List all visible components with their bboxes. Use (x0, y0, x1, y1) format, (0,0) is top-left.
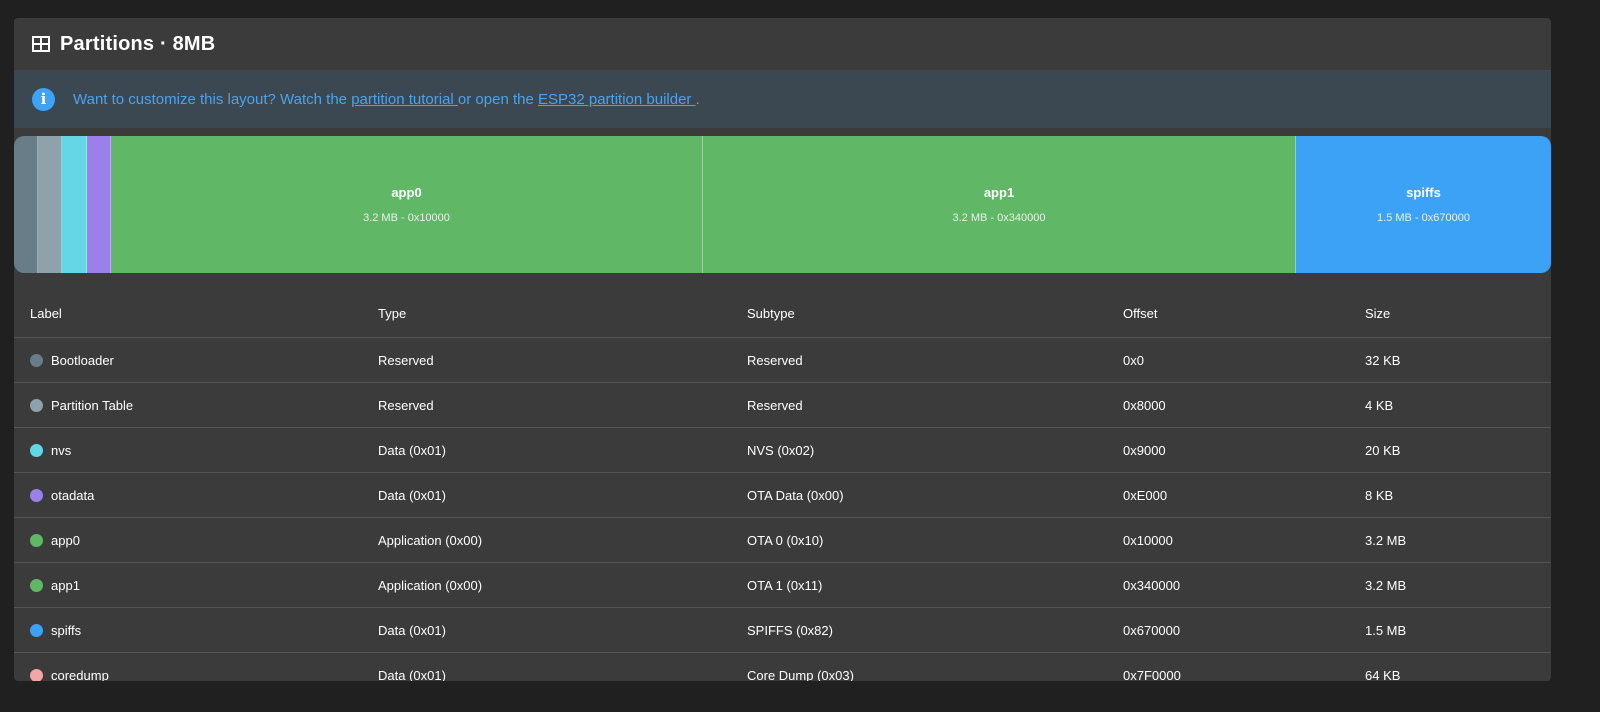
subtype-cell: OTA 1 (0x11) (746, 562, 1122, 608)
table-header-row: Label Type Subtype Offset Size (14, 290, 1551, 338)
color-dot-icon (30, 623, 43, 637)
type-cell: Reserved (377, 337, 746, 383)
segment-label: app0 (391, 185, 422, 200)
size-cell: 20 KB (1364, 427, 1551, 473)
partition-segment-app0[interactable]: app0 3.2 MB - 0x10000 (111, 136, 703, 273)
color-dot-icon (30, 398, 43, 412)
type-cell: Application (0x00) (377, 562, 746, 608)
table-row: app0 Application (0x00) OTA 0 (0x10) 0x1000… (14, 517, 1551, 563)
subtype-cell: OTA Data (0x00) (746, 472, 1122, 518)
page-title: Partitions · 8MB (60, 32, 216, 55)
partition-segment[interactable] (62, 136, 87, 273)
row-label: nvs (51, 442, 72, 458)
color-dot-icon (30, 353, 43, 367)
color-dot-icon (30, 533, 43, 547)
offset-cell: 0x0 (1122, 337, 1364, 383)
partition-segment[interactable] (38, 136, 62, 273)
type-cell: Application (0x00) (377, 517, 746, 563)
label-cell: otadata (14, 472, 377, 518)
row-label: Bootloader (51, 352, 114, 368)
table-row: coredump Data (0x01) Core Dump (0x03) 0x7F0… (14, 653, 1551, 682)
table-row: spiffs Data (0x01) SPIFFS (0x82) 0x670000 1.… (14, 607, 1551, 653)
label-cell: Bootloader (14, 337, 377, 383)
table-row: Partition Table Reserved Reserved 0x8000 4 K… (14, 382, 1551, 428)
column-header-size: Size (1364, 290, 1551, 338)
size-cell: 32 KB (1364, 337, 1551, 383)
type-cell: Reserved (377, 382, 746, 428)
info-text-end: . (695, 90, 700, 108)
offset-cell: 0x10000 (1122, 517, 1364, 563)
offset-cell: 0x670000 (1122, 607, 1364, 653)
row-label: app1 (51, 577, 80, 593)
label-cell: app1 (14, 562, 377, 608)
segment-label: app1 (983, 185, 1015, 200)
offset-cell: 0x8000 (1122, 382, 1364, 428)
column-header-offset: Offset (1122, 290, 1364, 338)
partition-table: Label Type Subtype Offset Size Bootloader Res… (14, 290, 1551, 681)
table-row: otadata Data (0x01) OTA Data (0x00) 0xE000 8… (14, 472, 1551, 518)
label-cell: coredump (14, 653, 377, 682)
color-dot-icon (30, 668, 43, 681)
subtype-cell: OTA 0 (0x10) (746, 517, 1122, 563)
offset-cell: 0x340000 (1122, 562, 1364, 608)
label-cell: Partition Table (14, 382, 377, 428)
table-row: app1 Application (0x00) OTA 1 (0x11) 0x3400… (14, 562, 1551, 608)
row-label: coredump (51, 667, 109, 682)
offset-cell: 0x7F0000 (1123, 667, 1181, 682)
label-cell: app0 (14, 517, 377, 563)
segment-detail: 1.5 MB - 0x670000 (1377, 212, 1470, 224)
partition-bar: app0 3.2 MB - 0x10000 app1 3.2 MB - 0x34000… (14, 136, 1551, 273)
subtype-cell: Reserved (746, 382, 1122, 428)
subtype-cell: Core Dump (0x03) (747, 667, 854, 682)
info-icon: i (32, 87, 55, 111)
info-text: Want to customize this layout? Watch the (73, 90, 352, 108)
size-cell: 64 KB (1365, 667, 1401, 682)
card-header: Partitions · 8MB (14, 18, 1551, 70)
subtype-cell: NVS (0x02) (746, 427, 1122, 473)
subtype-cell: Reserved (746, 337, 1122, 383)
table-row: nvs Data (0x01) NVS (0x02) 0x9000 20 KB (14, 427, 1551, 473)
partition-segment-app1[interactable]: app1 3.2 MB - 0x340000 (703, 136, 1296, 273)
partition-builder-link[interactable]: ESP32 partition builder (538, 91, 696, 108)
offset-cell: 0x9000 (1122, 427, 1364, 473)
color-dot-icon (30, 443, 43, 457)
partition-segment-spiffs[interactable]: spiffs 1.5 MB - 0x670000 (1296, 136, 1551, 273)
label-cell: nvs (14, 427, 377, 473)
segment-label: spiffs (1406, 185, 1441, 200)
segment-detail: 3.2 MB - 0x340000 (952, 212, 1046, 224)
size-cell: 4 KB (1364, 382, 1551, 428)
label-cell: spiffs (14, 607, 377, 653)
size-cell: 8 KB (1364, 472, 1551, 518)
size-cell: 3.2 MB (1364, 517, 1551, 563)
partitions-card: Partitions · 8MB i Want to customize thi… (14, 18, 1551, 681)
table-row: Bootloader Reserved Reserved 0x0 32 KB (14, 337, 1551, 383)
type-cell: Data (0x01) (378, 667, 446, 682)
row-label: Partition Table (51, 397, 134, 413)
partition-segment[interactable] (14, 136, 38, 273)
type-cell: Data (0x01) (377, 607, 746, 653)
color-dot-icon (30, 578, 43, 592)
column-header-type: Type (377, 290, 746, 338)
partition-tutorial-link[interactable]: partition tutorial (351, 91, 458, 108)
offset-cell: 0xE000 (1122, 472, 1364, 518)
info-text-middle: or open the (457, 90, 538, 108)
info-banner: i Want to customize this layout? Watch t… (14, 70, 1551, 128)
type-cell: Data (0x01) (377, 427, 746, 473)
size-cell: 1.5 MB (1364, 607, 1551, 653)
type-cell: Data (0x01) (377, 472, 746, 518)
subtype-cell: SPIFFS (0x82) (746, 607, 1122, 653)
row-label: otadata (51, 487, 95, 503)
color-dot-icon (30, 488, 43, 502)
row-label: spiffs (51, 622, 82, 638)
size-cell: 3.2 MB (1364, 562, 1551, 608)
row-label: app0 (51, 532, 80, 548)
partition-segment[interactable] (87, 136, 111, 273)
column-header-subtype: Subtype (746, 290, 1122, 338)
segment-detail: 3.2 MB - 0x10000 (363, 212, 450, 224)
column-header-label: Label (14, 290, 377, 338)
table-grid-icon (32, 36, 50, 52)
